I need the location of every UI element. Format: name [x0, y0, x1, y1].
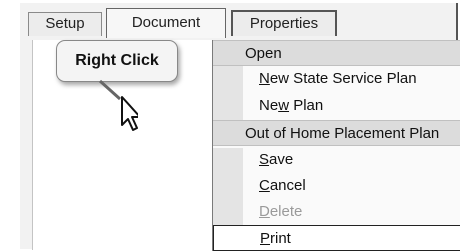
- menu-item-new-state-service-plan[interactable]: New State Service Plan: [213, 66, 460, 92]
- menu-item-label: Cancel: [259, 177, 306, 194]
- menu-item-new-plan[interactable]: New Plan: [213, 93, 460, 119]
- menu-item-label: Print: [260, 230, 291, 247]
- menu-item-label: Save: [259, 151, 294, 168]
- menu-section-placement-header: Out of Home Placement Plan: [213, 120, 460, 146]
- menu-item-label: Delete: [259, 203, 303, 220]
- menu-item-delete: Delete: [213, 199, 460, 225]
- menu-item-print[interactable]: Print: [213, 225, 460, 251]
- right-click-callout: Right Click: [56, 40, 178, 82]
- tab-setup[interactable]: Setup: [28, 12, 102, 36]
- menu-item-label: New State Service Plan: [259, 70, 417, 87]
- tab-properties[interactable]: Properties: [231, 10, 337, 36]
- context-menu: Open New State Service Plan New Plan Out…: [212, 40, 460, 251]
- menu-item-label: New Plan: [259, 97, 324, 114]
- tab-document[interactable]: Document: [106, 8, 226, 38]
- tab-strip: Setup Document Properties: [20, 8, 460, 38]
- menu-item-cancel[interactable]: Cancel: [213, 173, 460, 199]
- mouse-pointer-icon: [98, 79, 138, 131]
- menu-item-save[interactable]: Save: [213, 147, 460, 173]
- menu-section-open-header: Open: [213, 40, 460, 66]
